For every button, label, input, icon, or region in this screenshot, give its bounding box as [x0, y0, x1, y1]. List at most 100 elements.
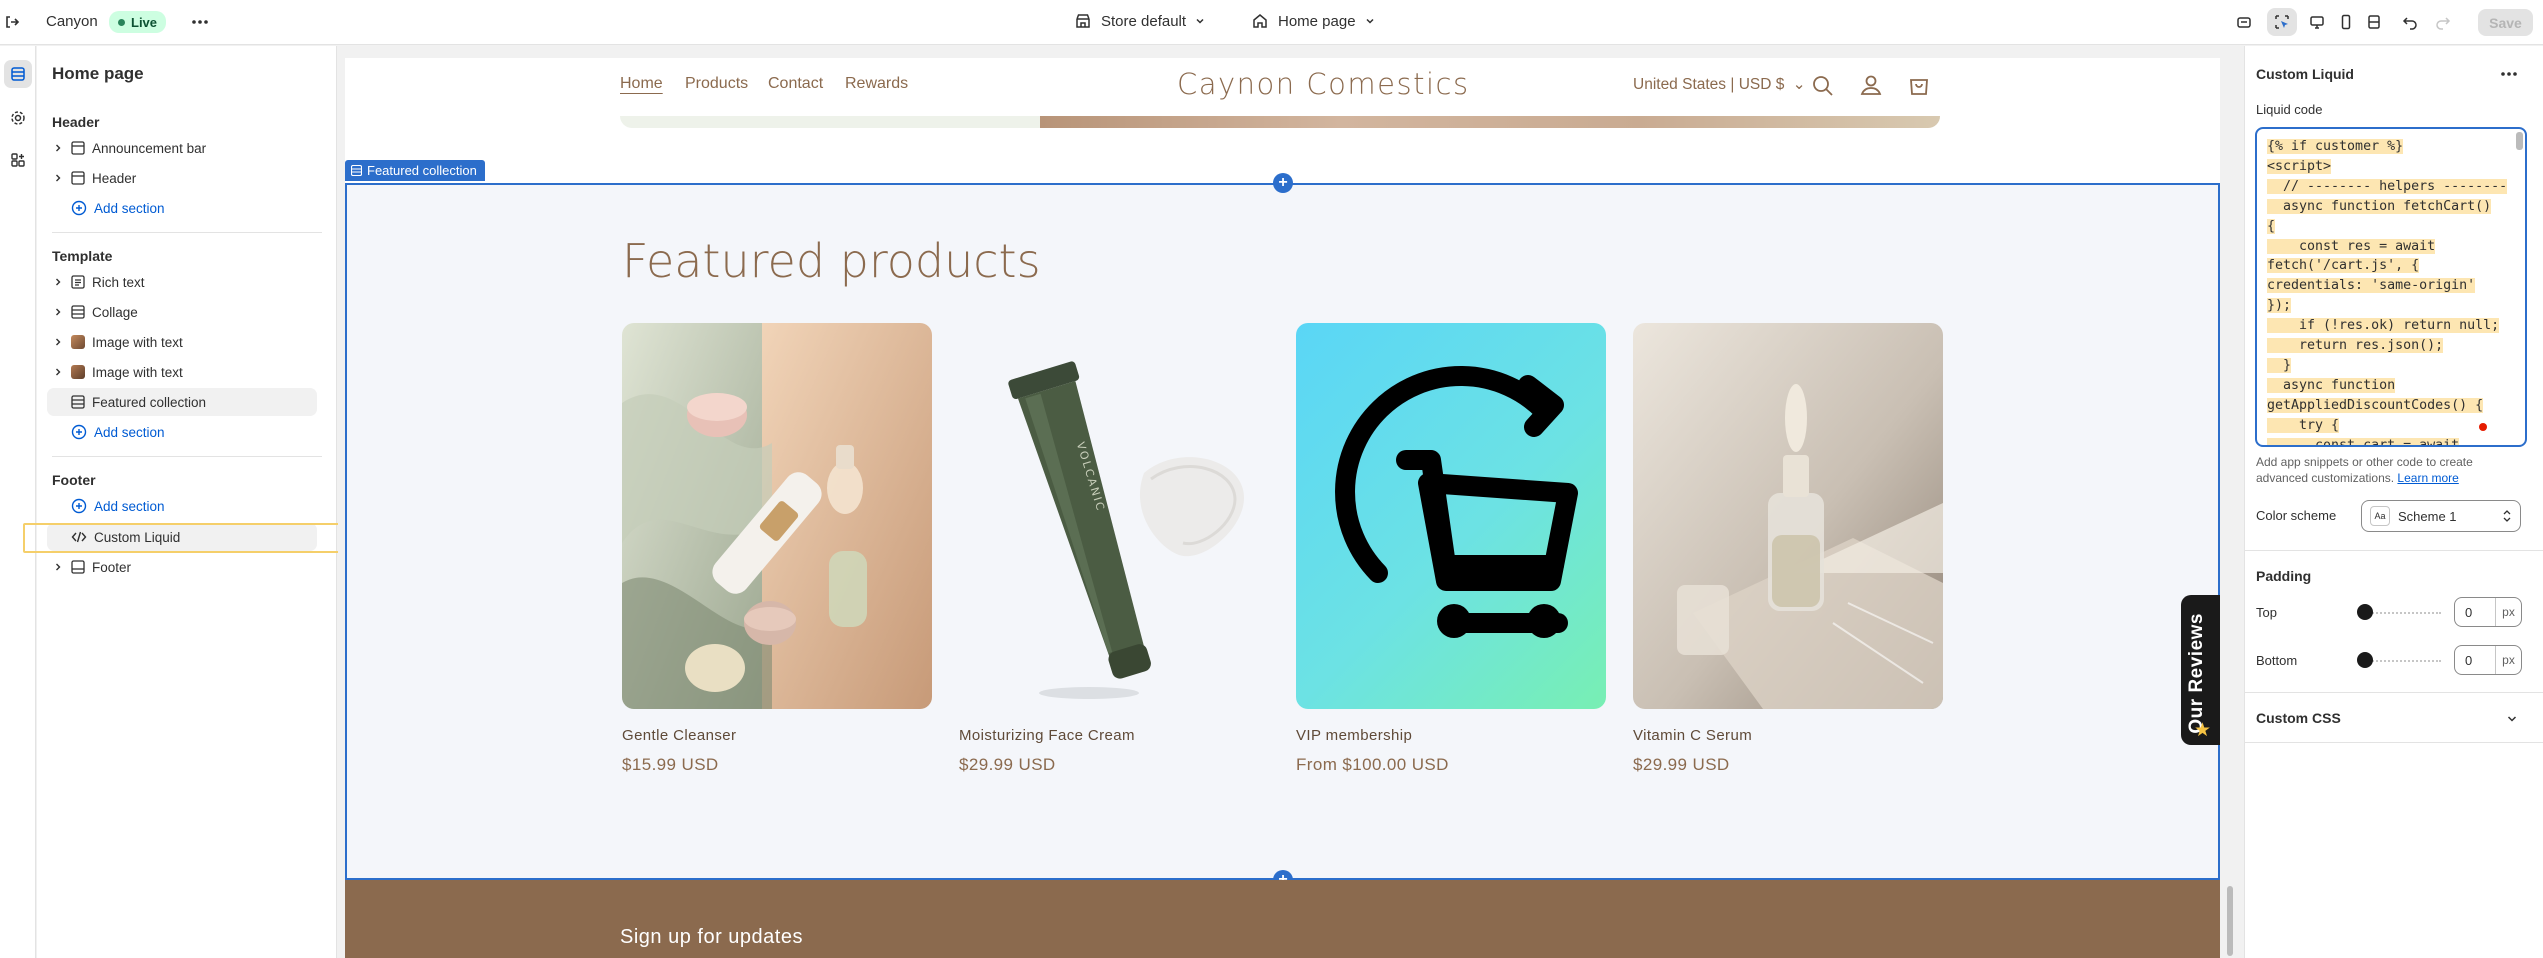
exit-icon[interactable] — [3, 13, 21, 31]
slider-knob[interactable] — [2357, 604, 2373, 620]
reviews-tab[interactable]: Our Reviews ★ — [2181, 595, 2220, 745]
currency-selector[interactable]: United States | USD $ ⌄ — [1633, 75, 1806, 94]
learn-more-link[interactable]: Learn more — [2397, 471, 2458, 485]
chevron-right-icon[interactable] — [51, 562, 65, 572]
code-text[interactable]: {% if customer %} <script> // -------- h… — [2267, 137, 2508, 445]
desktop-view-icon[interactable] — [2302, 8, 2332, 36]
code-line[interactable]: if (!res.ok) return null; — [2267, 318, 2500, 334]
featured-collection-icon — [71, 395, 85, 409]
mobile-view-icon[interactable] — [2331, 8, 2361, 36]
cart-refresh-icon — [1335, 366, 1578, 638]
section-collage[interactable]: Collage — [47, 298, 317, 326]
nav-home[interactable]: Home — [620, 75, 663, 93]
code-scrollbar[interactable] — [2516, 132, 2523, 150]
apps-icon[interactable] — [4, 146, 32, 174]
product-card[interactable]: VOLCANIC Moisturizing Face Cream $29.99 … — [959, 323, 1269, 775]
section-featured-collection[interactable]: Featured collection — [47, 388, 317, 416]
color-scheme-select[interactable]: Aa Scheme 1 — [2361, 500, 2521, 532]
product-card[interactable]: Gentle Cleanser $15.99 USD — [622, 323, 932, 775]
panel-title: Custom Liquid — [2256, 66, 2354, 82]
code-line[interactable]: <script> — [2267, 158, 2332, 174]
app-embed-icon[interactable] — [2229, 8, 2259, 36]
top-padding-slider[interactable] — [2357, 604, 2441, 620]
chevron-right-icon[interactable] — [51, 337, 65, 347]
section-header[interactable]: Header — [47, 164, 317, 192]
custom-css-heading[interactable]: Custom CSS — [2256, 710, 2341, 726]
sections-icon[interactable] — [4, 60, 32, 88]
product-name[interactable]: VIP membership — [1296, 727, 1606, 744]
redo-icon[interactable] — [2428, 8, 2458, 36]
product-image[interactable] — [622, 323, 932, 709]
add-section-footer[interactable]: Add section — [47, 492, 317, 520]
search-icon[interactable] — [1811, 74, 1835, 98]
live-dot-icon — [118, 18, 125, 26]
liquid-code-editor[interactable]: {% if customer %} <script> // -------- h… — [2255, 127, 2527, 447]
code-line[interactable]: async function — [2267, 377, 2396, 393]
more-actions-icon[interactable] — [190, 12, 210, 32]
store-icon — [1074, 12, 1092, 30]
sections-panel: Home page Header Announcement bar Header… — [37, 46, 337, 958]
group-template: Template — [52, 248, 113, 264]
product-image[interactable]: VOLCANIC — [959, 323, 1269, 709]
chevron-right-icon[interactable] — [51, 143, 65, 153]
code-line[interactable]: fetch('/cart.js', { — [2267, 258, 2420, 274]
product-name[interactable]: Gentle Cleanser — [622, 727, 932, 744]
section-rich-text[interactable]: Rich text — [47, 268, 317, 296]
theme-selector[interactable]: Store default — [1074, 12, 1206, 30]
chevron-right-icon[interactable] — [51, 277, 65, 287]
cart-icon[interactable] — [1907, 73, 1931, 97]
preview-scrollbar[interactable] — [2224, 46, 2236, 958]
more-actions-icon[interactable] — [2499, 64, 2519, 84]
section-announcement-bar[interactable]: Announcement bar — [47, 134, 317, 162]
code-line[interactable]: credentials: 'same-origin' — [2267, 278, 2476, 294]
top-padding-input[interactable]: 0 px — [2454, 597, 2522, 627]
code-line[interactable]: try { — [2267, 417, 2340, 433]
chevron-right-icon[interactable] — [51, 367, 65, 377]
section-tag-featured-collection[interactable]: Featured collection — [345, 160, 485, 181]
add-section-template[interactable]: Add section — [47, 418, 317, 446]
nav-products[interactable]: Products — [685, 75, 748, 93]
section-footer[interactable]: Footer — [47, 553, 317, 581]
product-image[interactable] — [1296, 323, 1606, 709]
code-line[interactable]: async function fetchCart() — [2267, 198, 2492, 214]
nav-rewards[interactable]: Rewards — [845, 75, 908, 93]
code-line[interactable]: return res.json(); — [2267, 338, 2444, 354]
fullscreen-view-icon[interactable] — [2359, 8, 2389, 36]
bottom-padding-slider[interactable] — [2357, 652, 2441, 668]
page-selector[interactable]: Home page — [1251, 12, 1376, 30]
code-line[interactable]: }); — [2267, 298, 2292, 314]
code-line[interactable]: getAppliedDiscountCodes() { — [2267, 397, 2484, 413]
chevron-right-icon[interactable] — [51, 173, 65, 183]
product-card[interactable]: Vitamin C Serum $29.99 USD — [1633, 323, 1943, 775]
add-section-plus-icon[interactable]: + — [1273, 173, 1293, 193]
product-image[interactable] — [1633, 323, 1943, 709]
chevron-down-icon[interactable] — [2505, 712, 2519, 726]
save-button[interactable]: Save — [2478, 9, 2533, 36]
group-header: Header — [52, 114, 100, 130]
settings-gear-icon[interactable] — [4, 104, 32, 132]
section-image-with-text[interactable]: Image with text — [47, 328, 317, 356]
nav-contact[interactable]: Contact — [768, 75, 823, 93]
liquid-code-label: Liquid code — [2256, 102, 2323, 117]
undo-icon[interactable] — [2395, 8, 2425, 36]
add-section-header[interactable]: Add section — [47, 194, 317, 222]
scrollbar-thumb[interactable] — [2227, 886, 2233, 956]
code-line[interactable]: const cart = await — [2267, 437, 2460, 445]
section-image-with-text[interactable]: Image with text — [47, 358, 317, 386]
code-line[interactable]: // -------- helpers -------- — [2267, 178, 2508, 194]
slider-knob[interactable] — [2357, 652, 2373, 668]
footer-icon — [71, 560, 85, 574]
code-line[interactable]: const res = await — [2267, 238, 2436, 254]
product-name[interactable]: Vitamin C Serum — [1633, 727, 1943, 744]
account-icon[interactable] — [1859, 73, 1883, 97]
product-card[interactable]: VIP membership From $100.00 USD — [1296, 323, 1606, 775]
code-line[interactable]: { — [2267, 218, 2276, 234]
inspector-icon[interactable] — [2267, 8, 2297, 36]
featured-collection-section[interactable]: Featured products Gentle Cleanser $15.99… — [345, 183, 2220, 880]
code-line[interactable]: {% if customer %} — [2267, 139, 2404, 154]
chevron-right-icon[interactable] — [51, 307, 65, 317]
bottom-padding-input[interactable]: 0 px — [2454, 645, 2522, 675]
store-logo[interactable]: Caynon Comestics — [1177, 67, 1470, 101]
code-line[interactable]: } — [2267, 357, 2292, 373]
product-name[interactable]: Moisturizing Face Cream — [959, 727, 1269, 744]
